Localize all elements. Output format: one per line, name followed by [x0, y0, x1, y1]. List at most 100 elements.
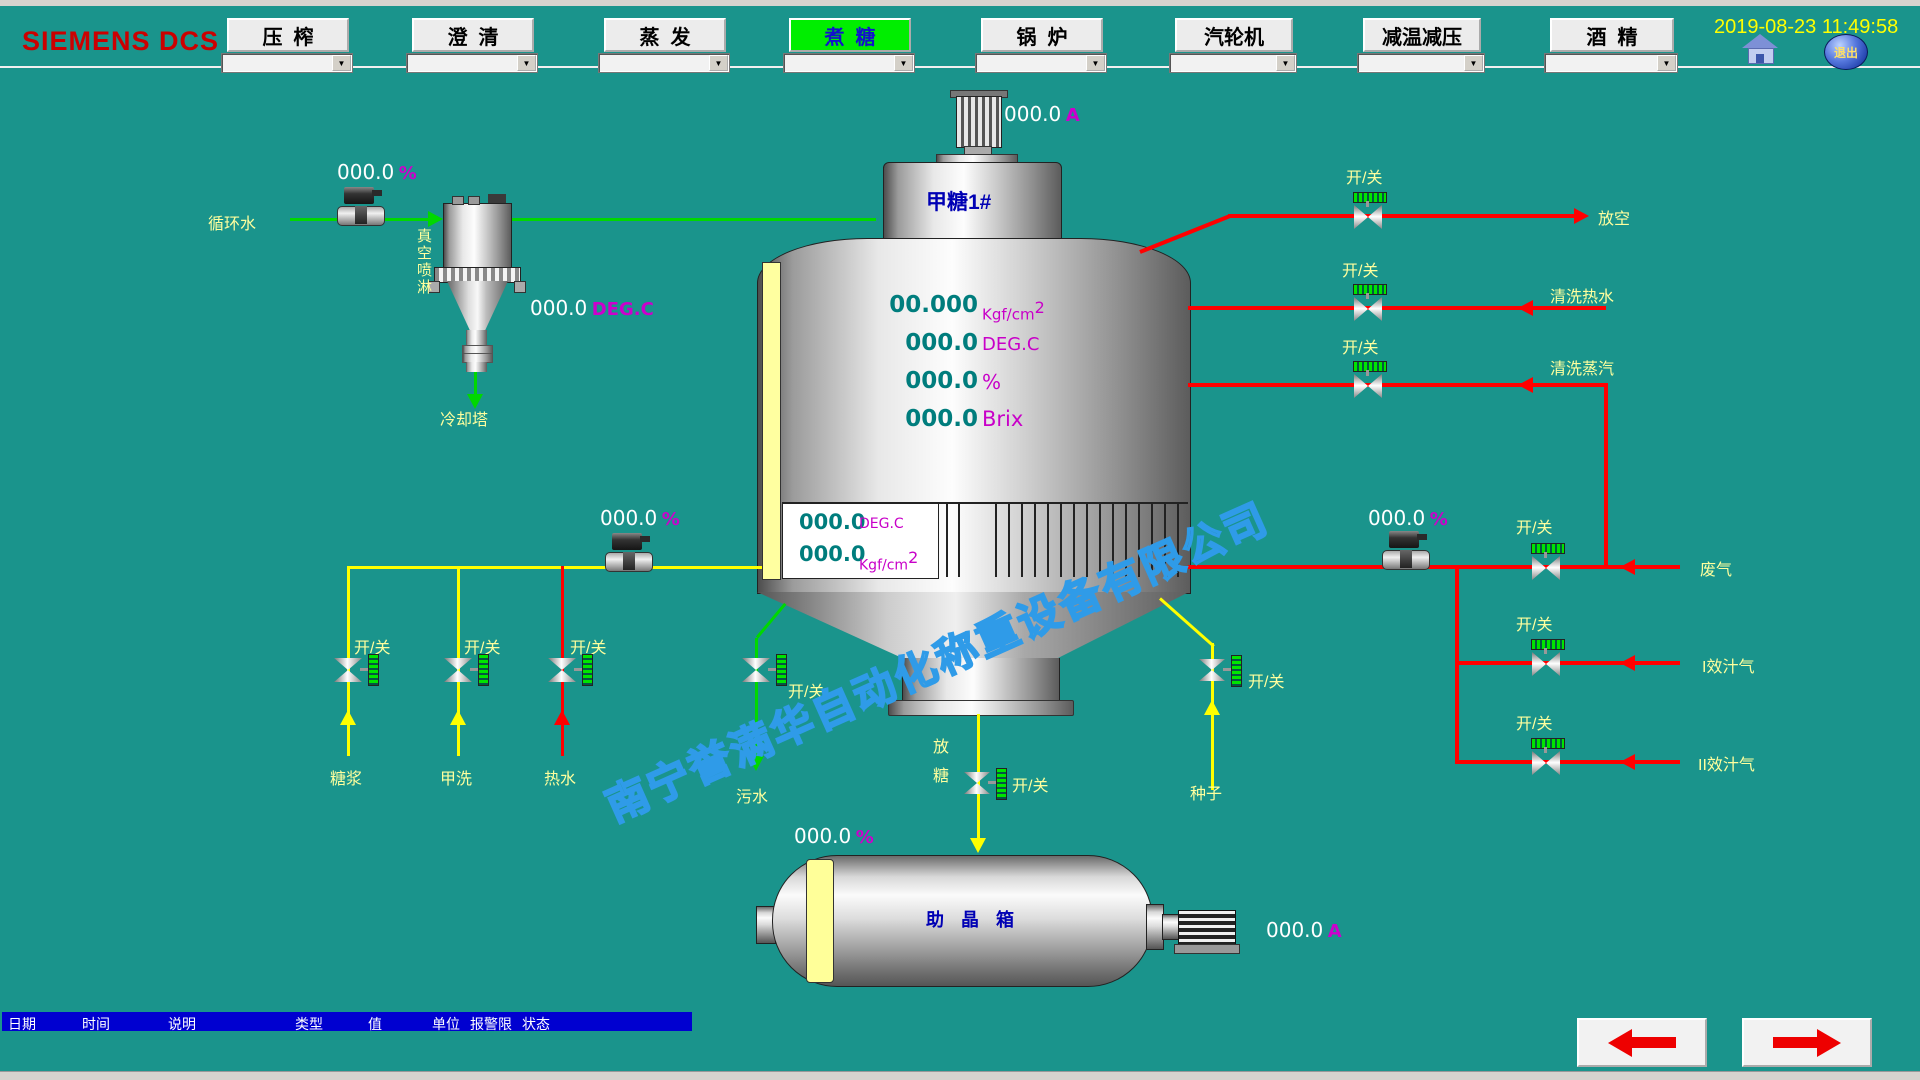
alarm-col-unit: 单位: [432, 1014, 460, 1034]
onoff-label-drain: 开/关: [788, 678, 824, 702]
wash-water-label: 清洗热水: [1550, 283, 1614, 307]
nav-button-evaporation[interactable]: 蒸 发: [604, 18, 726, 52]
chevron-down-icon[interactable]: ▼: [1086, 55, 1105, 71]
flow-arrow-up: [1204, 700, 1220, 715]
pan-brix-value: 000.0: [905, 406, 978, 432]
onoff-label-juice1: 开/关: [1516, 611, 1552, 635]
alarm-col-time: 时间: [82, 1014, 110, 1034]
calandria-tubes: [984, 503, 1188, 577]
pipe-juice-vapor-1: [1455, 661, 1680, 665]
flow-arrow-up: [554, 710, 570, 725]
chevron-down-icon[interactable]: ▼: [1464, 55, 1483, 71]
exit-button[interactable]: 退出: [1824, 34, 1868, 70]
pan-level-gauge: [762, 262, 781, 580]
nav-dropdown-desuperheat[interactable]: ▼: [1357, 53, 1485, 73]
circ-water-label: 循环水: [208, 210, 256, 234]
alarm-col-limit: 报警限: [470, 1014, 512, 1034]
drain-label: 污水: [736, 783, 768, 807]
discharge-label: 放糖: [926, 738, 950, 808]
home-icon[interactable]: [1742, 34, 1778, 64]
nav-dropdown-sugar-boiling[interactable]: ▼: [783, 53, 915, 73]
vent-label: 放空: [1598, 205, 1630, 229]
condenser-grill: [434, 267, 521, 283]
pipe-spray-outlet: [508, 218, 876, 221]
pipe-vent: [1228, 214, 1576, 218]
crys-current-unit: A: [1328, 921, 1342, 942]
nav-button-turbine[interactable]: 汽轮机: [1175, 18, 1293, 52]
nav-dropdown-turbine[interactable]: ▼: [1169, 53, 1297, 73]
arrow-right-icon: [1817, 1029, 1841, 1057]
prev-page-button[interactable]: [1577, 1018, 1707, 1067]
crys-level-readout: 000.0 %: [794, 824, 874, 848]
flow-arrow-up: [450, 710, 466, 725]
agitator-current-unit: A: [1066, 105, 1080, 126]
pan-title: 甲糖1#: [926, 186, 991, 216]
pan-outlet: [902, 658, 1060, 700]
syrup-label: 糖浆: [330, 765, 362, 789]
feed-valve-value: 000.0: [600, 506, 657, 530]
next-page-button[interactable]: [1742, 1018, 1872, 1067]
chevron-down-icon[interactable]: ▼: [1657, 55, 1676, 71]
crys-current-readout: 000.0 A: [1266, 918, 1342, 942]
arrow-left-icon: [1608, 1029, 1632, 1057]
nav-button-pressing[interactable]: 压 榨: [227, 18, 349, 52]
chevron-down-icon[interactable]: ▼: [332, 55, 351, 71]
circ-valve-unit: %: [399, 163, 417, 184]
feed-valve-readout: 000.0 %: [600, 506, 680, 530]
chevron-down-icon[interactable]: ▼: [1276, 55, 1295, 71]
nav-dropdown-pressing[interactable]: ▼: [221, 53, 353, 73]
calandria-press-unit: Kgf/cm2: [859, 548, 918, 574]
cooling-tower-label: 冷却塔: [440, 406, 488, 430]
chevron-down-icon[interactable]: ▼: [894, 55, 913, 71]
calandria-readout-box: 000.0 DEG.C 000.0 Kgf/cm2: [782, 503, 939, 579]
calandria-tubes: [936, 503, 960, 577]
pipe-drain-diagonal: [756, 603, 787, 639]
condenser-pipe: [466, 330, 487, 345]
pan-cone: [757, 592, 1189, 658]
nav-dropdown-boiler[interactable]: ▼: [975, 53, 1107, 73]
calandria-temp-value: 000.0: [799, 510, 865, 534]
pan-brix-unit: Brix: [982, 407, 1023, 431]
nav-dropdown-clarification[interactable]: ▼: [406, 53, 538, 73]
condenser-pipe: [466, 362, 487, 372]
nav-button-desuperheat[interactable]: 减温减压: [1363, 18, 1481, 52]
spray-temp-value: 000.0: [530, 296, 587, 320]
hotwater-label: 热水: [544, 765, 576, 789]
nav-button-alcohol[interactable]: 酒 精: [1550, 18, 1674, 52]
spray-temp-unit: DEG.C: [592, 299, 654, 320]
alarm-col-type: 类型: [295, 1014, 323, 1034]
dcs-screen: SIEMENS DCS 2019-08-23 11:49:58 压 榨 澄 清 …: [0, 0, 1920, 1080]
pan-temp-row: 000.0: [860, 330, 978, 356]
flow-arrow-left: [1518, 300, 1533, 316]
chevron-down-icon[interactable]: ▼: [517, 55, 536, 71]
pan-pressure-value: 00.000: [889, 292, 978, 318]
calandria-temp-unit: DEG.C: [859, 516, 904, 532]
nav-dropdown-alcohol[interactable]: ▼: [1544, 53, 1678, 73]
chevron-down-icon[interactable]: ▼: [709, 55, 728, 71]
pipe-juice-vapor-2: [1455, 760, 1680, 764]
condenser-cap: [488, 194, 506, 203]
vapor-valve-readout: 000.0 %: [1368, 506, 1448, 530]
pan-brix-row: 000.0: [860, 406, 978, 432]
pipe-wash-steam-riser: [1604, 383, 1608, 569]
pan-outlet-flange: [888, 700, 1074, 716]
onoff-label-washsteam: 开/关: [1342, 334, 1378, 358]
pipe-waste-gas: [1188, 565, 1680, 569]
flow-arrow-right: [428, 211, 443, 227]
juice-vapor-1-label: I效汁气: [1702, 653, 1754, 677]
nav-button-sugar-boiling[interactable]: 煮 糖: [789, 18, 911, 52]
alarm-col-date: 日期: [8, 1014, 36, 1034]
nav-button-boiler[interactable]: 锅 炉: [981, 18, 1103, 52]
nav-button-clarification[interactable]: 澄 清: [412, 18, 534, 52]
pan-pressure-unit: Kgf/cm2: [982, 298, 1045, 324]
crystallizer-label: 助 晶 箱: [926, 906, 1020, 932]
flow-arrow-left: [1518, 377, 1533, 393]
feed-valve-unit: %: [662, 509, 680, 530]
vapor-valve-unit: %: [1430, 509, 1448, 530]
flow-arrow-left: [1620, 655, 1635, 671]
nav-dropdown-evaporation[interactable]: ▼: [598, 53, 730, 73]
condenser-foot: [514, 281, 526, 293]
flow-arrow-up: [340, 710, 356, 725]
pipe-cooling-tower: [474, 372, 477, 396]
onoff-label-vent: 开/关: [1346, 164, 1382, 188]
